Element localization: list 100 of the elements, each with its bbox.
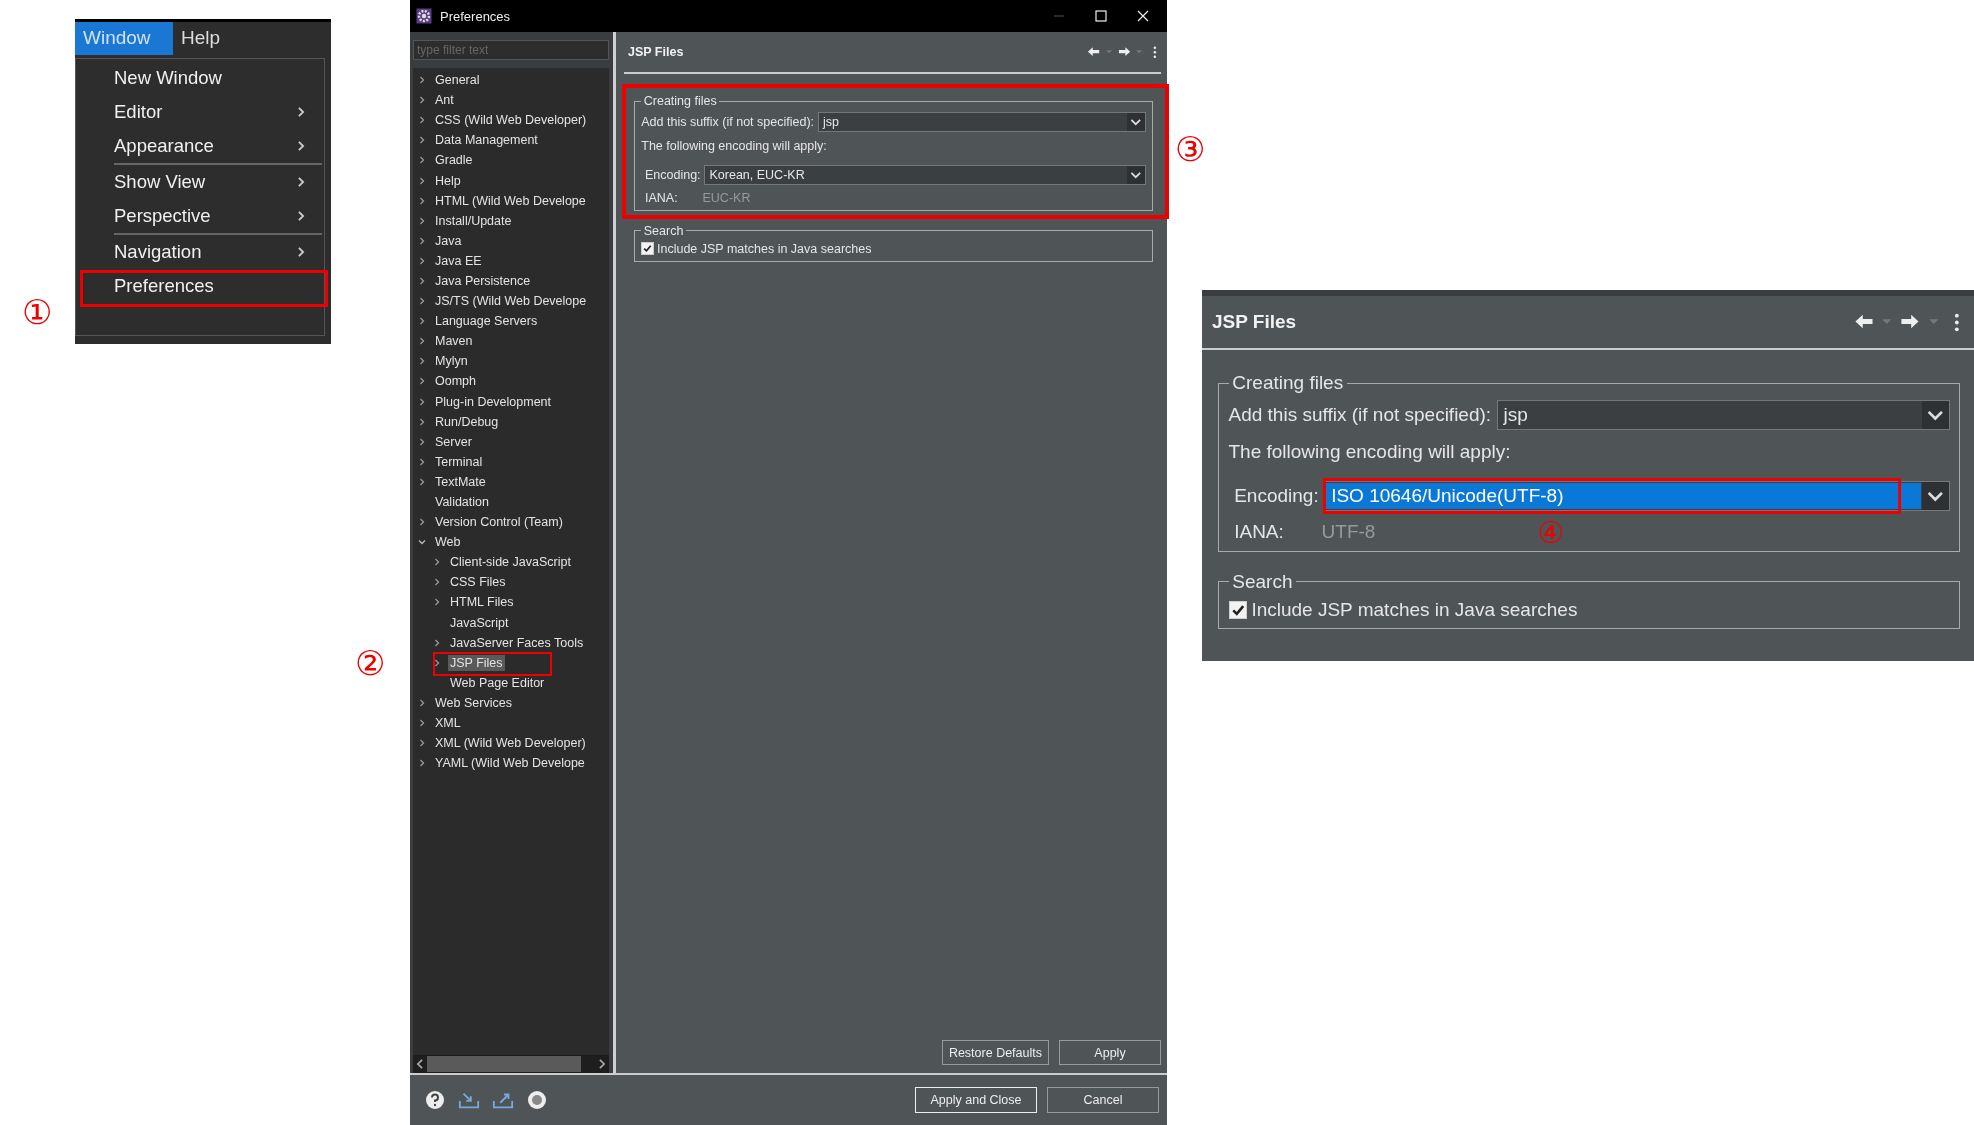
tree-item[interactable]: Install/Update: [433, 212, 514, 229]
tree-item[interactable]: Web Services: [433, 694, 514, 711]
tree-item[interactable]: Maven: [433, 333, 475, 350]
include-jsp-checkbox[interactable]: Include JSP matches in Java searches: [1228, 598, 1950, 621]
tree-item[interactable]: JS/TS (Wild Web Develope: [433, 293, 589, 310]
tree-item[interactable]: CSS Files: [448, 574, 508, 591]
tree-item[interactable]: JavaServer Faces Tools: [448, 634, 586, 651]
chevron-right-icon[interactable]: [432, 637, 442, 648]
tree-item[interactable]: Validation: [433, 494, 491, 510]
menu-item[interactable]: Show View: [76, 165, 324, 199]
chevron-down-icon[interactable]: [1921, 481, 1949, 510]
forward-arrow-icon[interactable]: [1117, 46, 1131, 58]
chevron-right-icon[interactable]: [417, 135, 427, 146]
chevron-right-icon[interactable]: [417, 195, 427, 206]
chevron-right-icon[interactable]: [417, 255, 427, 266]
chevron-right-icon[interactable]: [417, 517, 427, 528]
chevron-right-icon[interactable]: [432, 557, 442, 568]
chevron-down-icon[interactable]: [1127, 165, 1145, 184]
back-arrow-icon[interactable]: [1087, 46, 1101, 58]
tree-item[interactable]: Java Persistence: [433, 273, 533, 289]
chevron-right-icon[interactable]: [417, 356, 427, 367]
chevron-right-icon[interactable]: [432, 577, 442, 588]
chevron-right-icon[interactable]: [432, 597, 442, 608]
chevron-right-icon[interactable]: [417, 456, 427, 467]
tree-item[interactable]: HTML (Wild Web Develope: [433, 192, 588, 209]
chevron-right-icon[interactable]: [417, 718, 427, 729]
chevron-right-icon[interactable]: [417, 175, 427, 186]
help-icon[interactable]: [424, 1090, 446, 1110]
menu-item[interactable]: New Window: [76, 61, 324, 95]
chevron-right-icon[interactable]: [432, 657, 442, 668]
tree-item[interactable]: JavaScript: [448, 614, 511, 631]
suffix-dropdown[interactable]: jsp: [817, 111, 1146, 132]
dialog-button[interactable]: Cancel: [1047, 1087, 1159, 1113]
tree-item[interactable]: Run/Debug: [433, 413, 501, 430]
chevron-right-icon[interactable]: [417, 155, 427, 166]
tree-item[interactable]: HTML Files: [448, 594, 516, 611]
chevron-right-icon[interactable]: [417, 215, 427, 226]
tree-item[interactable]: Web Page Editor: [448, 674, 547, 691]
tree-item[interactable]: CSS (Wild Web Developer): [433, 112, 589, 129]
chevron-right-icon[interactable]: [417, 316, 427, 327]
chevron-right-icon[interactable]: [417, 476, 427, 487]
page-button[interactable]: Restore Defaults: [941, 1040, 1049, 1065]
tree-item[interactable]: Ant: [433, 92, 456, 109]
tree-item[interactable]: Language Servers: [433, 313, 540, 330]
menu-item[interactable]: Appearance: [76, 129, 324, 163]
menu-item[interactable]: Navigation: [76, 235, 324, 269]
chevron-down-icon[interactable]: [1127, 112, 1145, 131]
chevron-right-icon[interactable]: [417, 296, 427, 307]
tree-item[interactable]: Version Control (Team): [433, 514, 565, 531]
more-options-icon[interactable]: [1954, 312, 1960, 332]
tree-item[interactable]: Mylyn: [433, 353, 470, 370]
chevron-right-icon[interactable]: [417, 115, 427, 126]
maximize-icon[interactable]: [1095, 10, 1107, 22]
include-jsp-checkbox[interactable]: Include JSP matches in Java searches: [641, 241, 1146, 256]
menu-item[interactable]: Perspective: [76, 199, 324, 233]
tree-item[interactable]: Plug-in Development: [433, 393, 554, 410]
chevron-right-icon[interactable]: [417, 396, 427, 407]
tree-item[interactable]: YAML (Wild Web Develope: [433, 755, 587, 772]
chevron-down-icon[interactable]: [1921, 400, 1949, 430]
menu-item[interactable]: Editor: [76, 95, 324, 129]
chevron-right-icon[interactable]: [417, 758, 427, 769]
chevron-right-icon[interactable]: [417, 697, 427, 708]
tree-item[interactable]: Java: [433, 232, 464, 249]
record-icon[interactable]: [526, 1090, 548, 1110]
menu-bar-item[interactable]: Help: [173, 22, 263, 55]
menu-item[interactable]: Preferences: [76, 269, 324, 303]
chevron-right-icon[interactable]: [417, 95, 427, 106]
tray-in-arrow-icon[interactable]: [458, 1090, 480, 1110]
chevron-right-icon[interactable]: [417, 416, 427, 427]
tree-item[interactable]: Java EE: [433, 252, 484, 269]
forward-arrow-icon[interactable]: [1900, 313, 1921, 331]
tree-item[interactable]: General: [433, 72, 482, 89]
tree-item[interactable]: Web: [433, 534, 463, 551]
tree-item[interactable]: XML: [433, 715, 463, 732]
tree-item[interactable]: Client-side JavaScript: [448, 554, 573, 571]
tree-item[interactable]: Server: [433, 433, 474, 450]
encoding-dropdown[interactable]: Korean, EUC-KR: [704, 164, 1146, 185]
tree-item[interactable]: Data Management: [433, 132, 540, 149]
tree-item[interactable]: TextMate: [433, 473, 488, 490]
page-button[interactable]: Apply: [1059, 1040, 1161, 1065]
back-arrow-icon[interactable]: [1853, 313, 1874, 331]
chevron-right-icon[interactable]: [417, 75, 427, 86]
chevron-right-icon[interactable]: [417, 235, 427, 246]
scrollbar[interactable]: [413, 1055, 609, 1073]
suffix-dropdown[interactable]: jsp: [1496, 399, 1950, 431]
tree-item[interactable]: Help: [433, 172, 463, 189]
tree-item[interactable]: Oomph: [433, 373, 478, 390]
tree-item[interactable]: Terminal: [433, 453, 485, 470]
chevron-right-icon[interactable]: [417, 436, 427, 447]
encoding-dropdown[interactable]: ISO 10646/Unicode(UTF-8): [1324, 480, 1950, 511]
chevron-right-icon[interactable]: [417, 336, 427, 347]
close-icon[interactable]: [1137, 10, 1149, 22]
tree-item[interactable]: JSP Files: [448, 654, 505, 671]
tree-item[interactable]: Gradle: [433, 152, 475, 169]
chevron-right-icon[interactable]: [417, 276, 427, 286]
tree-item[interactable]: XML (Wild Web Developer): [433, 735, 588, 752]
more-options-icon[interactable]: [1153, 45, 1157, 59]
filter-field[interactable]: type filter text: [413, 40, 609, 60]
dialog-button[interactable]: Apply and Close: [915, 1087, 1037, 1113]
chevron-right-icon[interactable]: [417, 376, 427, 387]
